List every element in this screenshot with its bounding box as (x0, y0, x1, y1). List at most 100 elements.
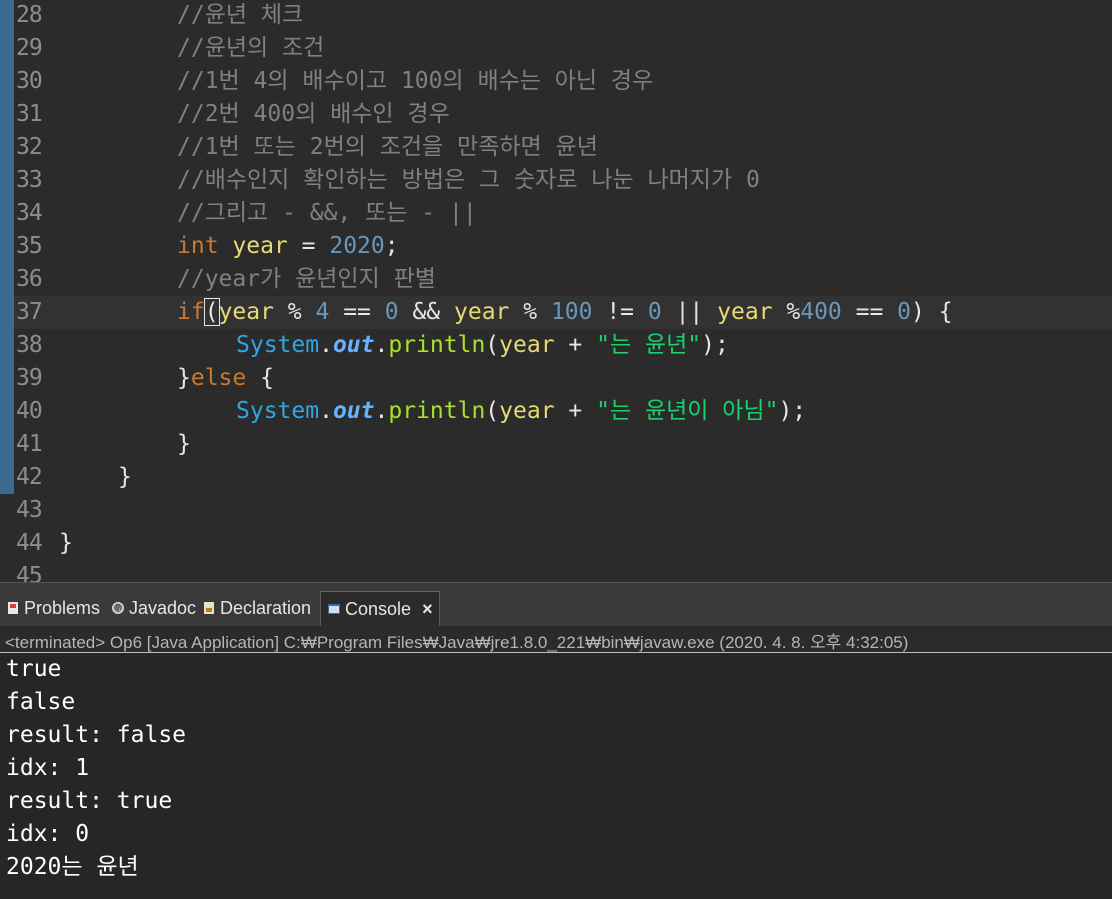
code-line-40: 40 System.out.println(year + "는 윤년이 아님")… (0, 395, 1112, 428)
console-output[interactable]: true false result: false idx: 1 result: … (0, 653, 1112, 899)
gutter (0, 494, 14, 527)
change-marker (0, 164, 14, 197)
class-name: System (236, 332, 320, 358)
line-number: 39 (16, 365, 43, 391)
paren: ); (778, 398, 807, 424)
operator: == (329, 299, 385, 325)
change-marker (0, 263, 14, 296)
tab-console[interactable]: Console × (320, 591, 440, 626)
code-text[interactable]: //그리고 - &&, 또는 - || (177, 197, 477, 230)
code-line-30: 30 //1번 4의 배수이고 100의 배수는 아닌 경우 (0, 65, 1112, 98)
variable: year (499, 398, 555, 424)
console-status-header: <terminated> Op6 [Java Application] C:₩P… (0, 626, 1112, 653)
console-line: 2020는 윤년 (6, 854, 139, 880)
code-line-33: 33 //배수인지 확인하는 방법은 그 숫자로 나눈 나머지가 0 (0, 164, 1112, 197)
paren: ( (485, 398, 500, 424)
change-marker (0, 197, 14, 230)
tab-problems[interactable]: Problems (0, 591, 106, 625)
tab-label: Problems (24, 598, 101, 618)
comment: //그리고 - &&, 또는 - || (177, 200, 477, 226)
code-text[interactable]: //윤년 체크 (177, 0, 303, 32)
code-editor[interactable]: 28 //윤년 체크 29 //윤년의 조건 30 //1번 4의 배수이고 1… (0, 0, 1112, 582)
variable: year (232, 233, 288, 259)
code-text[interactable]: //배수인지 확인하는 방법은 그 숫자로 나눈 나머지가 0 (177, 164, 760, 197)
line-number: 32 (16, 134, 43, 160)
gutter (0, 527, 14, 560)
variable: year (454, 299, 510, 325)
operator: % (772, 299, 801, 325)
code-text[interactable]: //year가 윤년인지 판별 (177, 263, 436, 296)
line-number: 44 (16, 530, 43, 556)
change-marker (0, 131, 14, 164)
line-number: 37 (16, 299, 43, 325)
code-text[interactable]: //윤년의 조건 (177, 32, 324, 65)
code-text[interactable]: System.out.println(year + "는 윤년이 아님"); (236, 395, 806, 428)
keyword: if (177, 299, 205, 325)
paren: ); (701, 332, 729, 358)
line-number: 38 (16, 332, 43, 358)
number-literal: 2020 (329, 233, 385, 259)
code-text[interactable]: } (177, 428, 191, 461)
tab-declaration[interactable]: Declaration (196, 591, 317, 625)
code-text[interactable]: } (59, 527, 73, 560)
code-line-44: 44 } (0, 527, 1112, 560)
keyword: else (190, 365, 247, 391)
line-number: 33 (16, 167, 43, 193)
tab-label: Javadoc (129, 598, 197, 618)
dot: . (319, 332, 333, 358)
class-name: System (236, 398, 320, 424)
number-literal: 0 (647, 299, 662, 325)
operator: + (554, 398, 597, 424)
brace: } (118, 464, 132, 490)
code-text[interactable]: System.out.println(year + "는 윤년"); (236, 329, 729, 362)
static-field: out (332, 398, 375, 424)
problems-icon (8, 602, 18, 614)
operator: != (592, 299, 648, 325)
code-line-45: 45 (0, 560, 1112, 582)
code-text[interactable]: int year = 2020; (177, 230, 399, 263)
tab-label: Console (345, 599, 412, 619)
comment: //1번 4의 배수이고 100의 배수는 아닌 경우 (177, 68, 654, 94)
change-marker (0, 329, 14, 362)
number-literal: 100 (550, 299, 593, 325)
string-literal: "는 윤년" (596, 332, 702, 358)
brace: } (59, 530, 73, 556)
number-literal: 0 (384, 299, 399, 325)
paren: ( (485, 332, 500, 358)
tab-javadoc[interactable]: @ Javadoc (105, 591, 202, 625)
code-text[interactable]: }else { (177, 362, 274, 395)
code-line-28: 28 //윤년 체크 (0, 0, 1112, 32)
change-marker (0, 395, 14, 428)
code-text[interactable]: } (118, 461, 132, 494)
change-marker (0, 65, 14, 98)
operator: + (554, 332, 597, 358)
operator: || (661, 299, 718, 325)
change-marker (0, 0, 14, 32)
operator: == (841, 299, 898, 325)
operator: = (287, 233, 330, 259)
comment: //2번 400의 배수인 경우 (177, 101, 450, 127)
code-line-32: 32 //1번 또는 2번의 조건을 만족하면 윤년 (0, 131, 1112, 164)
javadoc-icon: @ (112, 602, 124, 614)
code-text[interactable]: //1번 4의 배수이고 100의 배수는 아닌 경우 (177, 65, 653, 98)
brace: { (246, 365, 274, 391)
close-icon[interactable]: × (422, 599, 433, 619)
code-text[interactable]: //2번 400의 배수인 경우 (177, 98, 450, 131)
brace: ) { (911, 299, 953, 325)
operator: && (398, 299, 454, 325)
change-marker (0, 428, 14, 461)
code-line-36: 36 //year가 윤년인지 판별 (0, 263, 1112, 296)
svg-text:@: @ (114, 604, 122, 613)
line-number: 42 (16, 464, 43, 490)
code-line-34: 34 //그리고 - &&, 또는 - || (0, 197, 1112, 230)
console-line: idx: 0 (6, 821, 90, 847)
line-number: 28 (16, 2, 43, 28)
number-literal: 0 (897, 299, 912, 325)
comment: //윤년의 조건 (177, 35, 325, 61)
console-line: true (6, 656, 62, 682)
comment: //year가 윤년인지 판별 (177, 266, 436, 292)
code-text[interactable]: if(year % 4 == 0 && year % 100 != 0 || y… (177, 296, 953, 329)
line-number: 35 (16, 233, 43, 259)
code-text[interactable]: //1번 또는 2번의 조건을 만족하면 윤년 (177, 131, 598, 164)
variable: year (717, 299, 773, 325)
